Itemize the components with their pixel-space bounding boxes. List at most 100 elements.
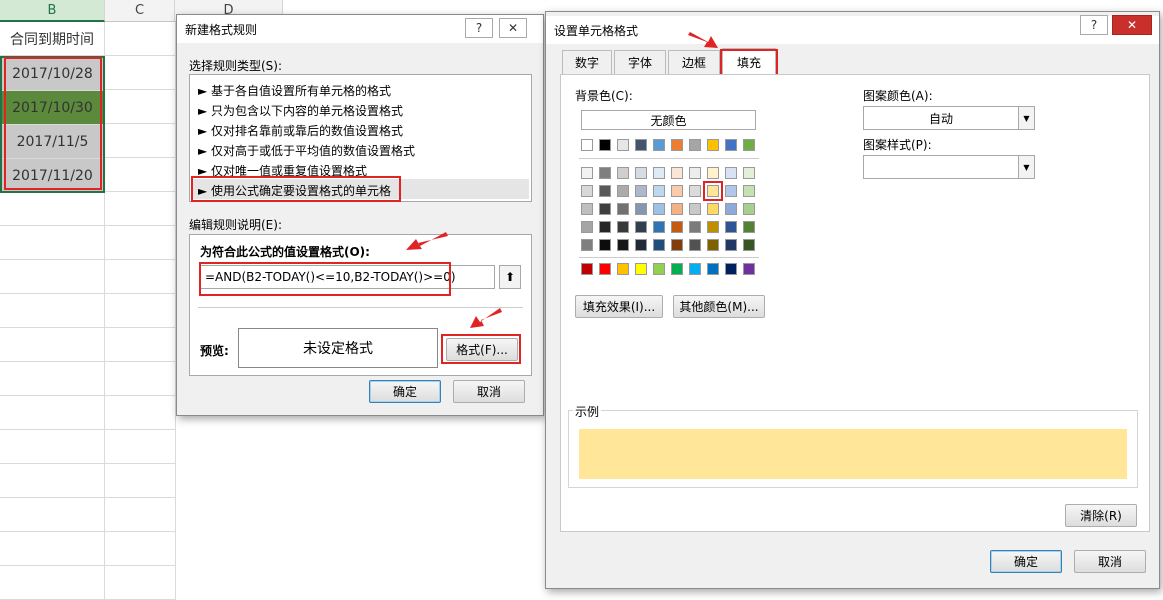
color-swatch[interactable] [635, 203, 647, 215]
grid-cell[interactable] [105, 226, 176, 260]
fill-effects-button[interactable]: 填充效果(I)... [575, 295, 663, 318]
grid-cell[interactable] [105, 192, 176, 226]
grid-cell[interactable] [105, 396, 176, 430]
color-swatch[interactable] [653, 263, 665, 275]
color-swatch[interactable] [725, 221, 737, 233]
color-swatch[interactable] [581, 263, 593, 275]
tab-font[interactable]: 字体 [614, 50, 666, 74]
color-swatch[interactable] [653, 221, 665, 233]
tab-fill[interactable]: 填充 [722, 48, 776, 75]
color-swatch[interactable] [743, 263, 755, 275]
grid-cell[interactable] [0, 396, 105, 430]
rule-type-item-selected[interactable]: ► 使用公式确定要设置格式的单元格 [192, 179, 529, 199]
cancel-button[interactable]: 取消 [1074, 550, 1146, 573]
formula-input[interactable]: =AND(B2-TODAY()<=10,B2-TODAY()>=0) [200, 265, 495, 289]
color-swatch[interactable] [599, 203, 611, 215]
color-swatch[interactable] [743, 221, 755, 233]
date-cell[interactable]: 2017/11/5 [0, 125, 105, 159]
grid-cell[interactable] [105, 294, 176, 328]
color-swatch[interactable] [617, 221, 629, 233]
close-button[interactable]: ✕ [1112, 15, 1152, 35]
color-swatch[interactable] [707, 167, 719, 179]
color-swatch[interactable] [617, 185, 629, 197]
tab-number[interactable]: 数字 [562, 50, 612, 74]
color-swatch[interactable] [635, 139, 647, 151]
grid-cell[interactable] [105, 566, 176, 600]
help-button[interactable]: ? [465, 18, 493, 38]
color-swatch[interactable] [635, 263, 647, 275]
color-swatch[interactable] [707, 221, 719, 233]
color-swatch[interactable] [581, 167, 593, 179]
grid-cell[interactable] [105, 328, 176, 362]
grid-cell[interactable] [105, 22, 176, 56]
grid-cell[interactable] [0, 260, 105, 294]
color-swatch[interactable] [599, 167, 611, 179]
color-swatch[interactable] [581, 139, 593, 151]
color-swatch[interactable] [689, 139, 701, 151]
color-swatch[interactable] [635, 167, 647, 179]
grid-cell[interactable] [105, 532, 176, 566]
grid-cell[interactable] [0, 498, 105, 532]
color-swatch[interactable] [635, 185, 647, 197]
color-swatch[interactable] [743, 139, 755, 151]
color-swatch[interactable] [617, 263, 629, 275]
color-swatch[interactable] [671, 221, 683, 233]
close-button[interactable]: ✕ [499, 18, 527, 38]
grid-cell[interactable] [0, 532, 105, 566]
grid-cell[interactable] [105, 260, 176, 294]
color-swatch[interactable] [707, 203, 719, 215]
color-swatch[interactable] [581, 203, 593, 215]
grid-cell[interactable] [0, 192, 105, 226]
color-swatch[interactable] [725, 139, 737, 151]
color-swatch[interactable] [617, 167, 629, 179]
grid-cell[interactable] [0, 226, 105, 260]
color-swatch[interactable] [617, 139, 629, 151]
color-swatch[interactable] [653, 203, 665, 215]
more-colors-button[interactable]: 其他颜色(M)... [673, 295, 765, 318]
date-cell[interactable]: 2017/11/20 [0, 159, 105, 193]
color-swatch[interactable] [635, 239, 647, 251]
grid-cell[interactable] [105, 56, 176, 90]
grid-cell[interactable] [0, 294, 105, 328]
column-header-b[interactable]: B [0, 0, 105, 22]
color-swatch[interactable] [599, 185, 611, 197]
grid-cell[interactable] [0, 362, 105, 396]
color-swatch[interactable] [653, 239, 665, 251]
color-swatch[interactable] [671, 139, 683, 151]
color-swatch[interactable] [725, 167, 737, 179]
grid-cell[interactable] [105, 124, 176, 158]
color-swatch[interactable] [725, 239, 737, 251]
format-button[interactable]: 格式(F)... [446, 338, 518, 361]
color-swatch[interactable] [707, 139, 719, 151]
color-swatch[interactable] [671, 263, 683, 275]
column-header-c[interactable]: C [105, 0, 175, 22]
color-swatch[interactable] [725, 185, 737, 197]
color-swatch[interactable] [599, 239, 611, 251]
rule-type-item[interactable]: ► 仅对高于或低于平均值的数值设置格式 [192, 139, 529, 159]
no-color-button[interactable]: 无颜色 [581, 110, 756, 130]
ok-button[interactable]: 确定 [990, 550, 1062, 573]
color-swatch[interactable] [743, 239, 755, 251]
color-swatch[interactable] [689, 167, 701, 179]
grid-cell[interactable] [105, 362, 176, 396]
color-swatch[interactable] [671, 203, 683, 215]
color-swatch[interactable] [743, 185, 755, 197]
ok-button[interactable]: 确定 [369, 380, 441, 403]
color-swatch[interactable] [635, 221, 647, 233]
rule-type-list[interactable]: ► 基于各自值设置所有单元格的格式 ► 只为包含以下内容的单元格设置格式 ► 仅… [189, 74, 532, 202]
grid-cell[interactable] [105, 498, 176, 532]
color-swatch[interactable] [743, 167, 755, 179]
color-swatch[interactable] [599, 263, 611, 275]
color-swatch[interactable] [689, 221, 701, 233]
cancel-button[interactable]: 取消 [453, 380, 525, 403]
color-swatch[interactable] [653, 185, 665, 197]
rule-type-item[interactable]: ► 只为包含以下内容的单元格设置格式 [192, 99, 529, 119]
color-swatch[interactable] [671, 167, 683, 179]
clear-button[interactable]: 清除(R) [1065, 504, 1137, 527]
color-swatch[interactable] [689, 263, 701, 275]
grid-cell[interactable] [0, 566, 105, 600]
color-swatch[interactable] [653, 139, 665, 151]
color-swatch-selected[interactable] [703, 181, 723, 201]
color-swatch[interactable] [671, 185, 683, 197]
color-swatch[interactable] [599, 221, 611, 233]
